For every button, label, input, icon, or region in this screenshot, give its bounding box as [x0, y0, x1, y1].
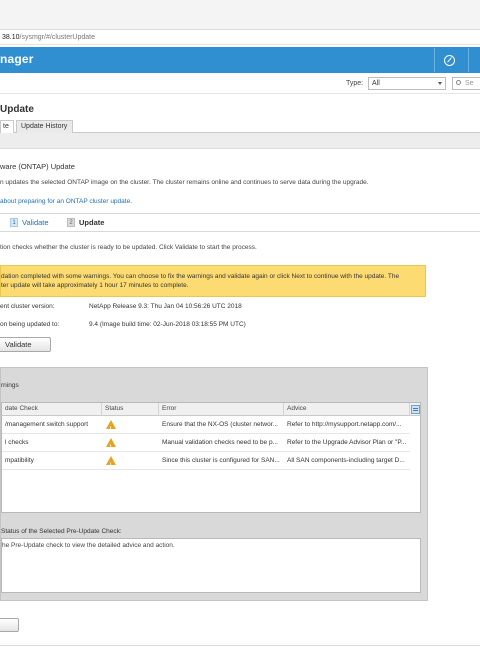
tab-update[interactable]: te: [0, 120, 14, 134]
tab-update-history[interactable]: Update History: [16, 120, 73, 133]
cell-status: [102, 453, 159, 470]
learn-more-link[interactable]: about preparing for an ONTAP cluster upd…: [0, 198, 132, 205]
search-placeholder: Se: [465, 80, 474, 87]
target-version-label: on being updated to:: [0, 321, 60, 328]
chevron-down-icon: [438, 82, 442, 85]
cell-advice: All SAN components-including target D...: [287, 457, 405, 464]
cell-status: [102, 435, 159, 452]
current-version-label: ent cluster version:: [0, 303, 55, 310]
warnings-panel: rnings date Check Status Error Advice /m…: [0, 367, 428, 601]
warning-banner: dation completed with some warnings. You…: [0, 265, 426, 297]
step-validate-label: Validate: [22, 218, 49, 227]
tab-bar: te Update History: [0, 120, 480, 134]
warning-icon: [106, 420, 116, 434]
compass-icon: [444, 54, 455, 66]
cell-check: /management switch support: [5, 421, 89, 428]
cell-advice: Refer to http://mysupport.netapp.com/...: [287, 421, 402, 428]
detail-text: he Pre-Update check to view the detailed…: [2, 542, 175, 549]
table-row[interactable]: /management switch support Ensure that t…: [2, 417, 410, 434]
cell-error: Since this cluster is configured for SAN…: [162, 457, 280, 464]
table-row[interactable]: mpatibility Since this cluster is config…: [2, 453, 410, 470]
toolbar-band: [0, 133, 480, 149]
column-picker-icon[interactable]: [411, 405, 420, 414]
cell-check: mpatibility: [5, 457, 34, 464]
step-update-label: Update: [79, 218, 105, 227]
step-validate-icon: 1: [10, 218, 18, 227]
search-input[interactable]: Se: [452, 77, 480, 90]
warning-line-2: ter update will take approximately 1 hou…: [1, 281, 189, 289]
footer-button[interactable]: [0, 618, 19, 632]
compass-button[interactable]: [434, 48, 464, 72]
column-header-advice[interactable]: Advice: [284, 403, 410, 416]
address-bar[interactable]: 38.10/sysmgr/#/clusterUpdate: [0, 31, 480, 45]
type-select[interactable]: All: [368, 77, 446, 90]
section-title: ware (ONTAP) Update: [0, 162, 75, 171]
step-validate[interactable]: 1 Validate: [10, 218, 49, 228]
column-header-check[interactable]: date Check: [2, 403, 102, 416]
table-row[interactable]: l checks Manual validation checks need t…: [2, 435, 410, 452]
detail-label: Status of the Selected Pre-Update Check:: [1, 528, 122, 535]
cell-error: Manual validation checks need to be p...: [162, 439, 278, 446]
app-header: nager: [0, 47, 480, 73]
cell-error: Ensure that the NX-OS (cluster networ...: [162, 421, 278, 428]
filter-bar: Type: All Se: [0, 74, 480, 94]
cell-advice: Refer to the Upgrade Advisor Plan or "P.…: [287, 439, 407, 446]
warning-line-1: dation completed with some warnings. You…: [1, 273, 400, 280]
type-value: All: [372, 80, 380, 87]
url-host: 38.10: [2, 34, 20, 41]
type-label: Type:: [346, 80, 364, 87]
validate-button[interactable]: Validate: [0, 337, 51, 352]
search-icon: [456, 80, 461, 85]
current-version-value: NetApp Release 9.3: Thu Jan 04 10:56:26 …: [89, 303, 242, 310]
validation-intro: tion checks whether the cluster is ready…: [0, 244, 257, 251]
step-update-icon: 2: [67, 218, 75, 227]
precheck-table: date Check Status Error Advice /manageme…: [1, 402, 421, 513]
browser-toolbar: [0, 0, 480, 30]
page-title: Update: [0, 104, 34, 115]
footer-divider: [0, 645, 480, 646]
target-version-value: 9.4 (Image build time: 02-Jun-2018 03:18…: [89, 321, 246, 328]
step-update[interactable]: 2 Update: [67, 218, 104, 228]
section-description: n updates the selected ONTAP image on th…: [0, 179, 369, 186]
app-title: nager: [0, 52, 34, 66]
header-button[interactable]: [468, 48, 480, 72]
warning-icon: [106, 438, 116, 452]
column-header-error[interactable]: Error: [159, 403, 284, 416]
cell-status: [102, 417, 159, 434]
column-header-status[interactable]: Status: [102, 403, 159, 416]
cell-check: l checks: [5, 439, 29, 446]
detail-box: he Pre-Update check to view the detailed…: [1, 538, 421, 593]
warning-icon: [106, 456, 116, 470]
url-path: /sysmgr/#/clusterUpdate: [19, 34, 96, 41]
table-header: date Check Status Error Advice: [2, 403, 420, 416]
wizard-steps: 1 Validate 2 Update: [0, 213, 480, 232]
panel-title: rnings: [1, 382, 19, 389]
